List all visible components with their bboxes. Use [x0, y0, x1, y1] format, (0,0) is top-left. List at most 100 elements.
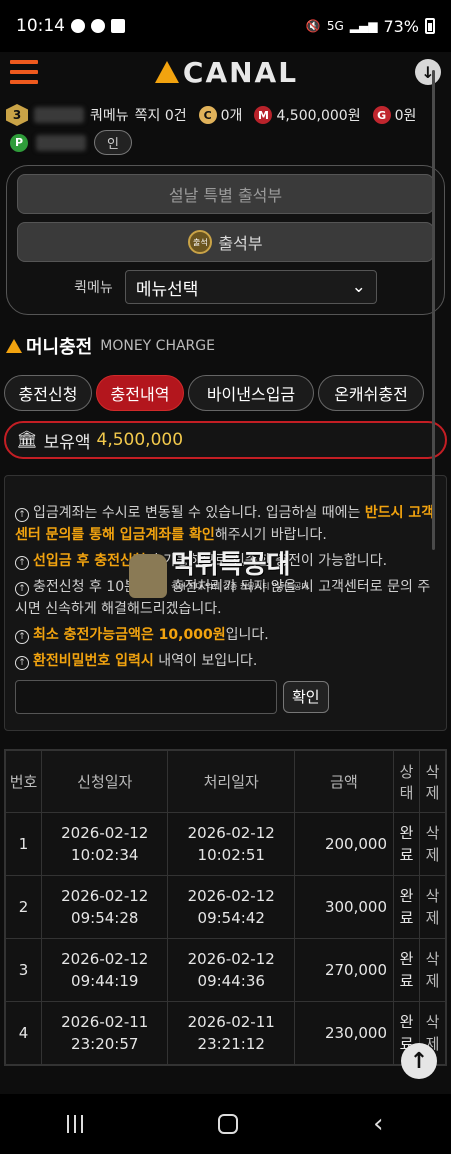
- row-request-date: 2026-02-11 23:20:57: [40, 1001, 169, 1065]
- watermark-title: 먹튀특공대: [171, 550, 291, 580]
- quick-menu-row: 퀵메뉴 메뉴선택 ⌄: [17, 270, 434, 304]
- quick-menu-value: 메뉴선택: [135, 279, 199, 300]
- message-count[interactable]: 쪽지 0건: [135, 105, 187, 125]
- header-delete: 삭제: [419, 750, 446, 813]
- charge-tabs: 충전신청 충전내역 바이낸스입금 온캐쉬충전: [4, 375, 447, 411]
- row-delete-button[interactable]: 삭제: [419, 938, 446, 1002]
- row-request-date: 2026-02-12 10:02:34: [40, 812, 169, 876]
- scrollbar[interactable]: [432, 70, 435, 550]
- row-status: 완료: [393, 875, 420, 939]
- row-no: 3: [5, 938, 42, 1002]
- watermark-subtitle: 국내 최대 먹튀 검증 커뮤니티 먹튀특공대: [171, 582, 309, 591]
- row-process-date: 2026-02-12 09:54:42: [167, 875, 295, 939]
- tab-oncash-charge[interactable]: 온캐쉬충전: [318, 375, 424, 411]
- attendance-button[interactable]: 출석 출석부: [17, 222, 434, 262]
- logo-text: CANAL: [182, 55, 299, 89]
- table-header: 번호 신청일자 처리일자 금액 상태 삭제: [5, 750, 446, 813]
- gold-amount: 0원: [394, 108, 417, 124]
- quick-menu-select[interactable]: 메뉴선택 ⌄: [124, 270, 377, 304]
- row-amount: 270,000: [293, 938, 395, 1002]
- home-icon[interactable]: [218, 1114, 239, 1134]
- notice-line-5: ↑ 환전비밀번호 입력시 내역이 보입니다.: [15, 650, 436, 672]
- withdraw-password-input[interactable]: [15, 680, 277, 714]
- row-no: 2: [5, 875, 42, 939]
- coupon-icon: C: [198, 106, 217, 124]
- row-amount: 230,000: [293, 1001, 395, 1065]
- row-amount: 300,000: [293, 875, 395, 939]
- money-amount: 4,500,000원: [276, 108, 361, 124]
- back-icon[interactable]: ‹: [373, 1109, 383, 1139]
- tab-charge-request[interactable]: 충전신청: [4, 375, 92, 411]
- recent-apps-icon[interactable]: [67, 1115, 84, 1133]
- money-icon: M: [254, 106, 273, 124]
- header-process-date: 처리일자: [167, 750, 295, 813]
- section-title-en: MONEY CHARGE: [100, 338, 215, 354]
- section-triangle-icon: [6, 339, 22, 353]
- gold-icon: G: [372, 106, 391, 124]
- clock: 10:14: [16, 16, 65, 36]
- row-delete-button[interactable]: 삭제: [419, 812, 446, 876]
- battery-icon: [425, 18, 435, 34]
- tab-charge-history[interactable]: 충전내역: [96, 375, 184, 411]
- quick-menu-label: 퀵메뉴: [74, 280, 113, 296]
- arrow-up-icon: ↑: [15, 656, 29, 670]
- user-info: 3 쿼메뉴 쪽지 0건 C 0개 M 4,500,000원 G 0원: [0, 92, 451, 126]
- balance-bar: 🏛 보유액 4,500,000: [4, 421, 447, 459]
- quick-menu-text[interactable]: 쿼메뉴: [90, 105, 129, 125]
- logo-triangle-icon: [154, 61, 179, 83]
- section-title-ko: 머니충전: [26, 337, 93, 358]
- table-row: 4 2026-02-11 23:20:57 2026-02-11 23:21:12 …: [5, 1001, 446, 1065]
- section-title: 머니충전 MONEY CHARGE: [6, 333, 445, 359]
- confirm-button[interactable]: 확인: [283, 681, 329, 713]
- row-process-date: 2026-02-12 10:02:51: [167, 812, 295, 876]
- point-blurred: [36, 134, 86, 151]
- special-attendance-button[interactable]: 설날 특별 출석부: [17, 174, 434, 214]
- table-row: 3 2026-02-12 09:44:19 2026-02-12 09:44:36 …: [5, 938, 446, 1002]
- header-amount: 금액: [293, 750, 395, 813]
- app-header: CANAL ↓: [0, 52, 451, 92]
- row-process-date: 2026-02-12 09:44:36: [167, 938, 295, 1002]
- attendance-icon: 출석: [188, 230, 213, 254]
- menu-icon[interactable]: [10, 60, 38, 84]
- scroll-top-icon[interactable]: ↑: [401, 1043, 437, 1079]
- logo[interactable]: CANAL: [154, 55, 299, 89]
- gallery-icon: [111, 19, 125, 33]
- arrow-up-icon: ↑: [15, 582, 29, 596]
- table-row: 2 2026-02-12 09:54:28 2026-02-12 09:54:42 …: [5, 875, 446, 939]
- row-request-date: 2026-02-12 09:54:28: [40, 875, 169, 939]
- download-icon[interactable]: ↓: [414, 59, 441, 85]
- header-no: 번호: [5, 750, 42, 813]
- signal-icon: ▂▄▆: [349, 19, 378, 33]
- row-no: 4: [5, 1001, 42, 1065]
- password-row: 확인: [15, 680, 436, 714]
- system-nav-bar: ‹: [0, 1094, 451, 1154]
- mute-icon: 🔇: [305, 19, 321, 33]
- row-process-date: 2026-02-11 23:21:12: [167, 1001, 295, 1065]
- attendance-panel: 설날 특별 출석부 출석 출석부 퀵메뉴 메뉴선택 ⌄: [6, 165, 445, 315]
- arrow-up-icon: ↑: [15, 556, 29, 570]
- row-delete-button[interactable]: 삭제: [419, 875, 446, 939]
- arrow-up-icon: ↑: [15, 508, 29, 522]
- point-icon: P: [10, 133, 28, 152]
- coupon-count: 0개: [220, 108, 243, 124]
- attendance-label: 출석부: [218, 234, 263, 253]
- level-badge: 3: [6, 104, 28, 126]
- tab-binance-deposit[interactable]: 바이낸스입금: [188, 375, 314, 411]
- point-button[interactable]: 인: [94, 130, 132, 155]
- mascot-icon: [129, 554, 167, 598]
- talk-icon: [91, 19, 105, 33]
- row-status: 완료: [393, 938, 420, 1002]
- row-status: 완료: [393, 812, 420, 876]
- notice-line-1: ↑ 입금계좌는 수시로 변동될 수 있습니다. 입금하실 때에는 반드시 고객센터…: [15, 505, 435, 543]
- notice-panel: ↑ 입금계좌는 수시로 변동될 수 있습니다. 입금하실 때에는 반드시 고객센터…: [4, 475, 447, 731]
- balance-value: 4,500,000: [96, 430, 184, 450]
- header-status: 상태: [393, 750, 420, 813]
- history-table: 번호 신청일자 처리일자 금액 상태 삭제 1 2026-02-12 10:02:…: [4, 749, 447, 1066]
- bank-icon: 🏛: [16, 430, 38, 450]
- nickname-blurred: [34, 107, 84, 123]
- chevron-down-icon: ⌄: [351, 277, 366, 297]
- status-bar: 10:14 🔇 5G ▂▄▆ 73%: [0, 0, 451, 52]
- notification-icon: [71, 19, 85, 33]
- notice-line-4: ↑ 최소 충전가능금액은 10,000원입니다.: [15, 624, 436, 646]
- row-amount: 200,000: [293, 812, 395, 876]
